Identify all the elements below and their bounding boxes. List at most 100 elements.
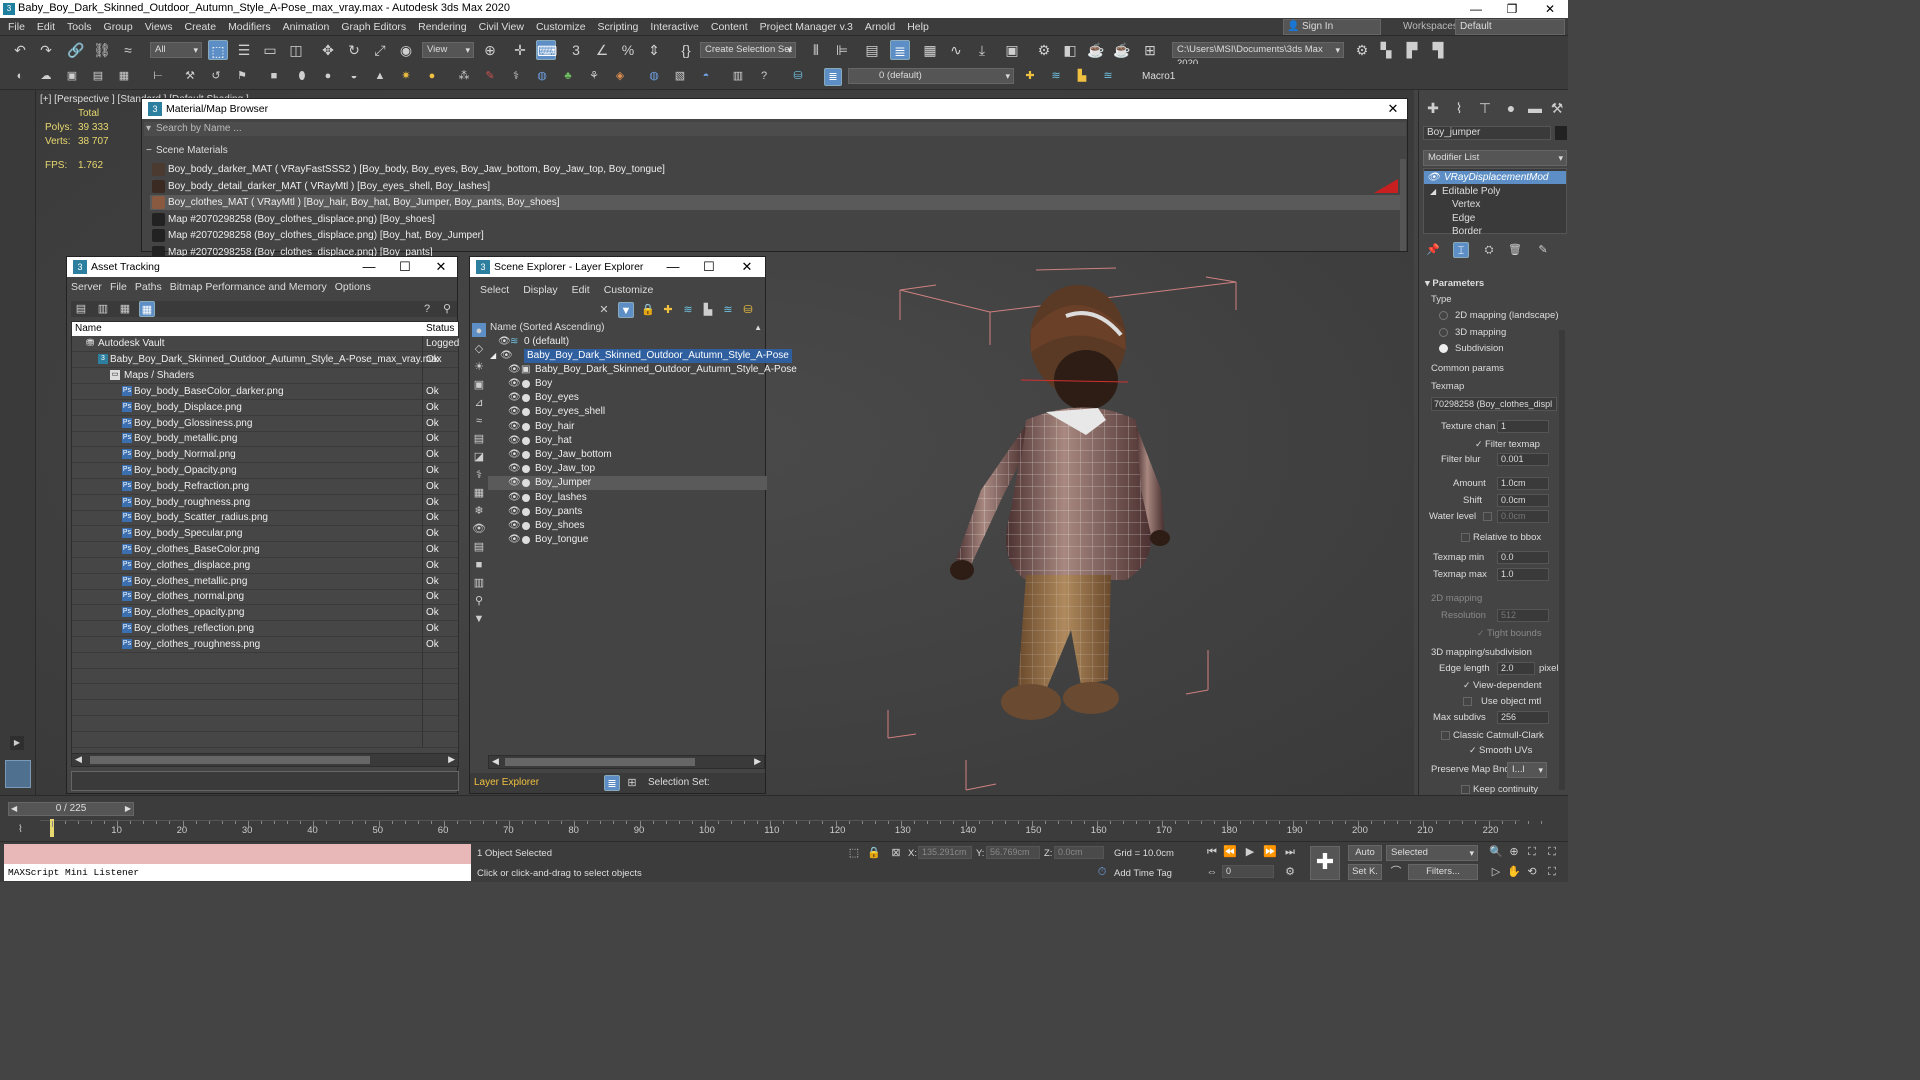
unlink-icon[interactable]: ⛓ bbox=[92, 40, 112, 60]
table-view-icon[interactable]: ▦ bbox=[117, 301, 133, 317]
material-row[interactable]: Map #2070298258 (Boy_clothes_displace.pn… bbox=[150, 228, 1400, 243]
sign-in-dropdown[interactable]: 👤 Sign In bbox=[1283, 19, 1381, 35]
current-frame-field[interactable]: 0 bbox=[1222, 865, 1274, 878]
display-bones-icon[interactable]: ⚕ bbox=[472, 467, 486, 481]
status-column-header[interactable]: Status bbox=[426, 322, 454, 336]
max-subdivs-spinner[interactable]: 256 bbox=[1497, 711, 1549, 724]
pan-icon[interactable]: ✋ bbox=[1506, 864, 1522, 880]
asset-map-row[interactable]: Ps Boy_body_Specular.png Ok bbox=[72, 526, 458, 543]
viewport-layout-thumbnail[interactable] bbox=[5, 760, 31, 788]
max-file-row[interactable]: 3 Baby_Boy_Dark_Skinned_Outdoor_Autumn_S… bbox=[72, 352, 458, 368]
render-setup-icon[interactable]: ⚙ bbox=[1034, 40, 1054, 60]
visibility-eye-icon[interactable]: 👁 bbox=[508, 377, 521, 391]
named-selection-dropdown[interactable]: Create Selection Set bbox=[700, 42, 796, 58]
minimize-icon[interactable]: — bbox=[357, 259, 381, 275]
menu-item-graph-editors[interactable]: Graph Editors bbox=[335, 18, 412, 36]
rendered-frame-window-icon[interactable]: ◧ bbox=[1060, 40, 1080, 60]
restore-icon[interactable]: ❐ bbox=[1496, 0, 1528, 18]
show-end-result-icon[interactable]: ⌶ bbox=[1453, 242, 1469, 258]
refresh-icon[interactable]: ▤ bbox=[73, 301, 89, 317]
asset-map-row[interactable]: Ps Boy_clothes_metallic.png Ok bbox=[72, 573, 458, 590]
time-tag-icon[interactable]: ⏱ bbox=[1094, 864, 1110, 880]
table-view-active-icon[interactable]: ▦ bbox=[139, 301, 155, 317]
toggle-ribbon-icon[interactable]: ▦ bbox=[920, 40, 940, 60]
percent-snap-icon[interactable]: % bbox=[618, 40, 638, 60]
add-to-layer-icon[interactable]: ≋ bbox=[680, 302, 696, 318]
menu-item-project-manager-v-3[interactable]: Project Manager v.3 bbox=[754, 18, 859, 36]
asset-menu-paths[interactable]: Paths bbox=[135, 281, 162, 293]
zoom-icon[interactable]: 🔍 bbox=[1488, 844, 1504, 860]
torus-icon[interactable]: ◒ bbox=[346, 68, 362, 84]
light-icon[interactable]: ✷ bbox=[398, 68, 414, 84]
y-coordinate-field[interactable]: 56.769cm bbox=[986, 846, 1040, 859]
rotate-icon[interactable]: ↻ bbox=[344, 40, 364, 60]
hierarchy-icon[interactable]: ⊢ bbox=[150, 68, 166, 84]
minimize-icon[interactable]: — bbox=[1460, 0, 1492, 18]
time-slider[interactable]: ◀ 0 / 225 ▶ bbox=[8, 802, 134, 816]
layer-manager-icon[interactable]: ⛁ bbox=[790, 68, 806, 84]
scroll-right-icon[interactable]: ▶ bbox=[448, 754, 455, 765]
material-editor-icon[interactable]: ▣ bbox=[1002, 40, 1022, 60]
menu-item-group[interactable]: Group bbox=[98, 18, 139, 36]
texmap-max-spinner[interactable]: 1.0 bbox=[1497, 568, 1549, 581]
close-icon[interactable]: ✕ bbox=[1381, 101, 1405, 117]
vault-row[interactable]: ⛃ Autodesk Vault Logged bbox=[72, 336, 459, 352]
edit-named-selection-icon[interactable]: {} bbox=[676, 40, 696, 60]
scene-object-row[interactable]: 👁 Boy_tongue bbox=[488, 533, 767, 547]
model-layer-row[interactable]: ◢ 👁 Baby_Boy_Dark_Skinned_Outdoor_Autumn… bbox=[488, 349, 792, 363]
scroll-right-icon[interactable]: ▶ bbox=[754, 756, 761, 767]
remove-modifier-icon[interactable]: 🗑 bbox=[1507, 242, 1523, 258]
asset-menu-options[interactable]: Options bbox=[335, 281, 371, 293]
visibility-eye-icon[interactable]: 👁 bbox=[500, 349, 513, 363]
pin-stack-icon[interactable]: 📌 bbox=[1425, 242, 1441, 258]
scroll-thumb[interactable] bbox=[90, 756, 370, 764]
filter-blur-spinner[interactable]: 0.001 bbox=[1497, 453, 1549, 466]
visibility-eye-icon[interactable]: 👁 bbox=[508, 491, 521, 505]
layer-stack-icon[interactable]: ≊ bbox=[720, 302, 736, 318]
absolute-mode-icon[interactable]: ⊠ bbox=[888, 845, 904, 861]
asset-menu-server[interactable]: Server bbox=[71, 281, 102, 293]
vray-toolbar-icon[interactable]: ⊞ bbox=[1140, 40, 1160, 60]
place-icon[interactable]: ◉ bbox=[396, 40, 416, 60]
scene-object-row[interactable]: 👁 Boy_hair bbox=[488, 420, 767, 434]
key-tangent-icon[interactable]: ⌒ bbox=[1388, 864, 1404, 880]
display-groups-icon[interactable]: ▤ bbox=[472, 431, 486, 445]
asset-map-row[interactable]: Ps Boy_body_Scatter_radius.png Ok bbox=[72, 510, 458, 527]
explorer-mode-label[interactable]: Layer Explorer bbox=[474, 777, 539, 788]
display-lights-icon[interactable]: ☀ bbox=[472, 359, 486, 373]
default-layer-row[interactable]: 👁 ≋ 0 (default) bbox=[488, 335, 767, 349]
asset-menu-file[interactable]: File bbox=[110, 281, 127, 293]
menu-item-interactive[interactable]: Interactive bbox=[644, 18, 704, 36]
type-radio[interactable] bbox=[1439, 344, 1448, 353]
make-unique-icon[interactable]: ⛭ bbox=[1481, 242, 1497, 258]
pivot-center-icon[interactable]: ⊕ bbox=[480, 40, 500, 60]
expand-icon[interactable]: ◢ bbox=[490, 349, 496, 363]
grid-icon[interactable]: ▦ bbox=[116, 68, 132, 84]
modifier-stack-item[interactable]: Edge bbox=[1424, 212, 1566, 225]
selection-filter-dropdown[interactable]: All bbox=[150, 42, 202, 58]
filter-icon[interactable]: ▼ bbox=[618, 302, 634, 318]
render-icon[interactable]: ▣ bbox=[64, 68, 80, 84]
asset-map-row[interactable]: Ps Boy_body_roughness.png Ok bbox=[72, 494, 458, 511]
display-all-icon[interactable]: ▤ bbox=[472, 539, 486, 553]
scene-object-row[interactable]: 👁 Boy_eyes_shell bbox=[488, 405, 767, 419]
render-production-icon[interactable]: ☕ bbox=[1086, 40, 1106, 60]
project-settings-icon[interactable]: ⚙ bbox=[1352, 40, 1372, 60]
tight-bounds-checkbox[interactable]: ✓ bbox=[1477, 629, 1486, 638]
menu-item-help[interactable]: Help bbox=[901, 18, 935, 36]
scene-object-row[interactable]: 👁 Boy_pants bbox=[488, 505, 767, 519]
bones-icon[interactable]: ⚕ bbox=[508, 68, 524, 84]
project-path-dropdown[interactable]: C:\Users\MSI\Documents\3ds Max 2020 bbox=[1172, 42, 1344, 69]
asset-map-row[interactable]: Ps Boy_clothes_roughness.png Ok bbox=[72, 636, 458, 653]
type-radio[interactable] bbox=[1439, 311, 1448, 320]
horizontal-scrollbar[interactable]: ◀ ▶ bbox=[71, 753, 459, 767]
resolution-spinner[interactable]: 512 bbox=[1497, 609, 1549, 622]
menu-item-tools[interactable]: Tools bbox=[61, 18, 98, 36]
asset-map-row[interactable]: Ps Boy_clothes_BaseColor.png Ok bbox=[72, 542, 458, 558]
water-level-checkbox[interactable] bbox=[1483, 512, 1492, 521]
scene-materials-group[interactable]: − Scene Materials bbox=[144, 144, 1406, 158]
type-radio[interactable] bbox=[1439, 327, 1448, 337]
help-icon[interactable]: ? bbox=[756, 68, 772, 84]
modifier-stack-item[interactable]: ◢ Editable Poly bbox=[1424, 185, 1566, 198]
display-invert-icon[interactable]: ▥ bbox=[472, 575, 486, 589]
